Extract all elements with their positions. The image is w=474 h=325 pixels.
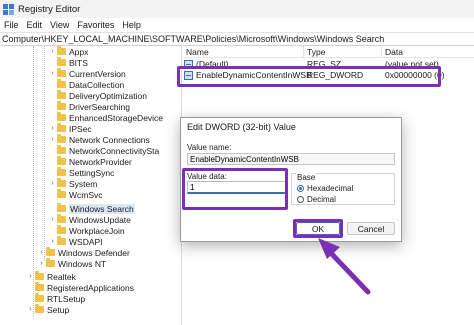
tree-item[interactable]: › IPSec bbox=[48, 123, 92, 134]
tree-item[interactable]: NetworkProvider bbox=[48, 156, 132, 167]
folder-icon bbox=[57, 90, 66, 99]
tree-item[interactable]: RTLSetup bbox=[26, 293, 85, 304]
list-header: Name Type Data bbox=[182, 46, 474, 58]
tree-item[interactable]: › Network Connections bbox=[48, 134, 150, 145]
window-title: Registry Editor bbox=[18, 3, 81, 15]
folder-icon bbox=[35, 282, 44, 291]
folder-icon bbox=[57, 225, 66, 234]
radio-selected-icon bbox=[297, 185, 304, 192]
folder-icon bbox=[57, 236, 66, 245]
tree-item-selected[interactable]: Windows Search bbox=[48, 203, 135, 214]
folder-icon bbox=[46, 247, 55, 256]
folder-icon bbox=[57, 134, 66, 143]
tree-item[interactable]: EnhancedStorageDevice bbox=[48, 112, 163, 123]
tree-item[interactable]: › Setup bbox=[26, 304, 69, 315]
tree-item[interactable]: › Realtek bbox=[26, 271, 76, 282]
folder-icon bbox=[57, 57, 66, 66]
menu-bar: File Edit View Favorites Help bbox=[0, 18, 474, 32]
registry-editor-icon bbox=[3, 3, 14, 15]
tree-item[interactable]: › WSDAPI bbox=[48, 236, 103, 247]
folder-icon bbox=[57, 203, 66, 212]
chevron-right-icon[interactable]: › bbox=[48, 136, 57, 143]
base-group: Base Hexadecimal Decimal bbox=[291, 173, 395, 205]
chevron-right-icon[interactable]: › bbox=[26, 273, 35, 280]
folder-icon bbox=[57, 112, 66, 121]
registry-tree[interactable]: › Appx BITS › CurrentVersion DataCollectio… bbox=[0, 46, 180, 325]
folder-icon bbox=[46, 258, 55, 267]
column-type[interactable]: Type bbox=[307, 47, 325, 57]
tree-item[interactable]: › Windows NT bbox=[37, 258, 106, 269]
address-bar[interactable]: Computer\HKEY_LOCAL_MACHINE\SOFTWARE\Pol… bbox=[0, 32, 474, 46]
radio-hexadecimal[interactable]: Hexadecimal bbox=[297, 184, 353, 193]
folder-icon bbox=[57, 156, 66, 165]
tree-item[interactable]: SettingSync bbox=[48, 167, 114, 178]
chevron-right-icon[interactable]: › bbox=[48, 238, 57, 245]
folder-icon bbox=[57, 101, 66, 110]
column-name[interactable]: Name bbox=[186, 47, 209, 57]
folder-icon bbox=[35, 304, 44, 313]
cancel-button[interactable]: Cancel bbox=[347, 222, 395, 235]
tree-item[interactable]: RegisteredApplications bbox=[26, 282, 134, 293]
tree-item[interactable]: › CurrentVersion bbox=[48, 68, 126, 79]
radio-unselected-icon bbox=[297, 196, 304, 203]
annotation-highlight-row bbox=[177, 66, 441, 87]
menu-help[interactable]: Help bbox=[122, 20, 141, 30]
value-name-label: Value name: bbox=[187, 143, 232, 152]
dialog-title: Edit DWORD (32-bit) Value bbox=[187, 122, 296, 132]
menu-view[interactable]: View bbox=[50, 20, 69, 30]
tree-item[interactable]: › Windows Defender bbox=[37, 247, 130, 258]
chevron-right-icon[interactable]: › bbox=[48, 180, 57, 187]
chevron-right-icon[interactable]: › bbox=[48, 70, 57, 77]
chevron-right-icon[interactable]: › bbox=[48, 216, 57, 223]
chevron-right-icon[interactable]: › bbox=[37, 260, 46, 267]
tree-item[interactable]: NetworkConnectivitySta bbox=[48, 145, 159, 156]
column-data[interactable]: Data bbox=[385, 47, 403, 57]
tree-item[interactable]: WcmSvc bbox=[48, 189, 103, 200]
chevron-right-icon[interactable]: › bbox=[26, 306, 35, 313]
folder-icon bbox=[57, 79, 66, 88]
chevron-right-icon[interactable]: › bbox=[37, 249, 46, 256]
annotation-highlight-ok bbox=[293, 219, 343, 238]
tree-item[interactable]: DataCollection bbox=[48, 79, 124, 90]
folder-icon bbox=[57, 189, 66, 198]
folder-icon bbox=[57, 145, 66, 154]
tree-item[interactable]: BITS bbox=[48, 57, 88, 68]
tree-item[interactable]: › System bbox=[48, 178, 97, 189]
folder-icon bbox=[57, 68, 66, 77]
tree-item[interactable]: WorkplaceJoin bbox=[48, 225, 125, 236]
chevron-right-icon[interactable]: › bbox=[48, 48, 57, 55]
folder-icon bbox=[57, 123, 66, 132]
folder-icon bbox=[57, 46, 66, 55]
title-bar: Registry Editor bbox=[0, 0, 474, 18]
folder-icon bbox=[35, 271, 44, 280]
folder-icon bbox=[57, 167, 66, 176]
radio-decimal[interactable]: Decimal bbox=[297, 195, 336, 204]
menu-favorites[interactable]: Favorites bbox=[77, 20, 114, 30]
address-path: Computer\HKEY_LOCAL_MACHINE\SOFTWARE\Pol… bbox=[2, 34, 385, 44]
tree-item[interactable]: DriverSearching bbox=[48, 101, 130, 112]
value-name-field: EnableDynamicContentInWSB bbox=[187, 153, 395, 165]
folder-icon bbox=[57, 178, 66, 187]
chevron-right-icon[interactable]: › bbox=[48, 125, 57, 132]
tree-item[interactable]: DeliveryOptimization bbox=[48, 90, 147, 101]
base-label: Base bbox=[296, 173, 317, 182]
menu-file[interactable]: File bbox=[4, 20, 19, 30]
tree-item[interactable]: › Appx bbox=[48, 46, 88, 57]
folder-icon bbox=[57, 214, 66, 223]
annotation-highlight-value-data bbox=[182, 168, 288, 210]
menu-edit[interactable]: Edit bbox=[27, 20, 43, 30]
tree-item[interactable]: › WindowsUpdate bbox=[48, 214, 131, 225]
folder-icon bbox=[35, 293, 44, 302]
